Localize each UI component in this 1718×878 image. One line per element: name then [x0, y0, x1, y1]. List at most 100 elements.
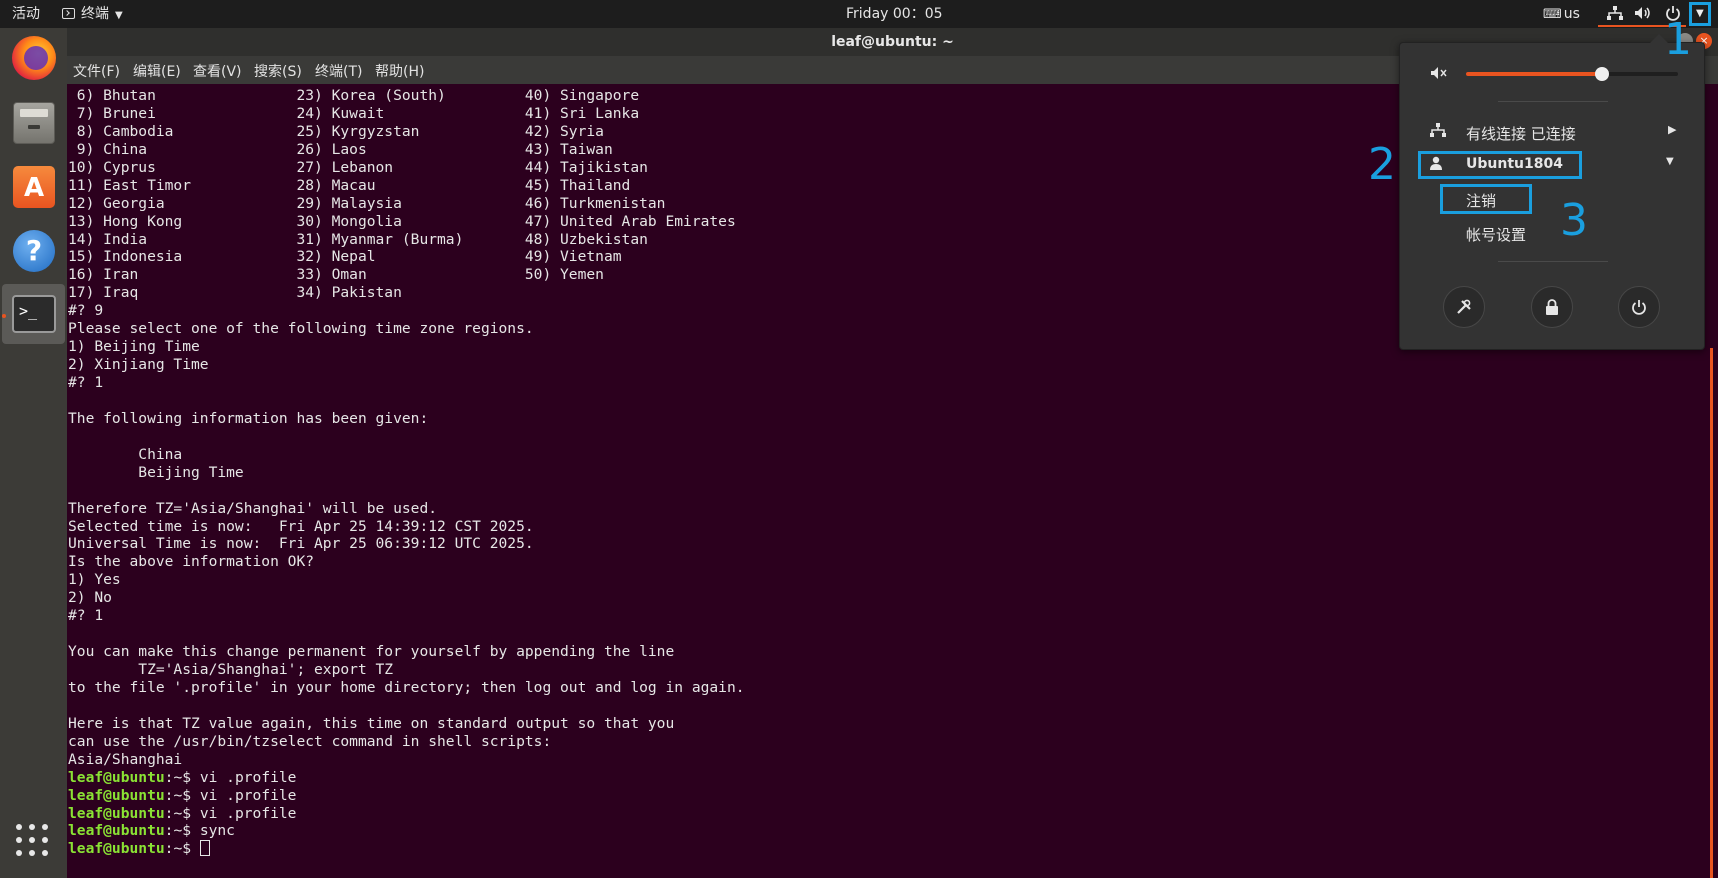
- keyboard-layout[interactable]: ⌨ us: [1543, 0, 1580, 28]
- prompt-line: leaf@ubuntu:~$ vi .profile: [68, 769, 745, 787]
- prompt-user: leaf@ubuntu: [68, 804, 165, 822]
- lock-button[interactable]: [1531, 286, 1573, 328]
- firefox-icon[interactable]: [2, 28, 65, 88]
- terminal-output: 6) Bhutan 23) Korea (South) 40) Singapor…: [68, 87, 745, 858]
- prompt-line: leaf@ubuntu:~$: [68, 840, 745, 858]
- volume-level: [1466, 72, 1602, 76]
- account-settings-item[interactable]: 帐号设置: [1466, 224, 1526, 245]
- prompt-line: leaf@ubuntu:~$ vi .profile: [68, 805, 745, 823]
- prompt-line: leaf@ubuntu:~$ sync: [68, 822, 745, 840]
- running-indicator: [2, 314, 6, 318]
- terminal-line: 14) India 31) Myanmar (Burma) 48) Uzbeki…: [68, 230, 648, 248]
- top-bar: 活动 终端 ▼ Friday 00：05 ⌨ us ▼: [0, 0, 1718, 28]
- network-icon: [1430, 123, 1446, 141]
- terminal-line: to the file '.profile' in your home dire…: [68, 678, 745, 696]
- terminal-line: 10) Cyprus 27) Lebanon 44) Tajikistan: [68, 158, 648, 176]
- terminal-line: Universal Time is now: Fri Apr 25 06:39:…: [68, 535, 534, 553]
- power-icon: [1631, 297, 1647, 316]
- app-menu[interactable]: 终端 ▼: [62, 0, 123, 28]
- terminal-line: 9) China 26) Laos 43) Taiwan: [68, 140, 613, 158]
- prompt-suffix: :~$: [164, 804, 200, 822]
- prompt-suffix: :~$: [164, 786, 200, 804]
- terminal-line: 1) Yes: [68, 571, 121, 589]
- activities-button[interactable]: 活动: [12, 0, 40, 28]
- prompt-user: leaf@ubuntu: [68, 822, 165, 840]
- power-off-button[interactable]: [1618, 286, 1660, 328]
- user-name: Ubuntu1804: [1466, 156, 1563, 172]
- volume-slider-handle[interactable]: [1594, 67, 1609, 81]
- terminal-line: #? 9: [68, 302, 104, 320]
- user-icon: [1430, 156, 1442, 174]
- files-icon[interactable]: [2, 92, 65, 152]
- terminal-small-icon: [62, 8, 75, 19]
- annotation-number-3: 3: [1560, 195, 1588, 246]
- settings-icon: [1456, 297, 1472, 316]
- terminal-line: 1) Beijing Time: [68, 338, 200, 356]
- user-row[interactable]: Ubuntu1804 ▼: [1400, 150, 1706, 180]
- network-label: 有线连接 已连接: [1466, 125, 1576, 143]
- terminal-line: 13) Hong Kong 30) Mongolia 47) United Ar…: [68, 212, 736, 230]
- terminal-line: 15) Indonesia 32) Nepal 49) Vietnam: [68, 248, 622, 266]
- prompt-user: leaf@ubuntu: [68, 786, 165, 804]
- terminal-line: #? 1: [68, 374, 104, 391]
- terminal-line: 2) No: [68, 589, 112, 607]
- keyboard-layout-label: us: [1563, 6, 1580, 22]
- dock: A ? >_: [0, 28, 67, 878]
- terminal-line: 17) Iraq 34) Pakistan: [68, 284, 402, 302]
- terminal-line: Beijing Time: [68, 463, 244, 481]
- app-menu-label: 终端: [81, 6, 109, 22]
- settings-button[interactable]: [1443, 286, 1485, 328]
- network-row[interactable]: 有线连接 已连接 ▶: [1400, 119, 1706, 149]
- clock[interactable]: Friday 00：05: [846, 0, 943, 28]
- system-menu: 有线连接 已连接 ▶ Ubuntu1804 ▼ 注销 帐号设置: [1399, 34, 1706, 350]
- terminal-line: TZ='Asia/Shanghai'; export TZ: [68, 661, 394, 678]
- terminal-line: Asia/Shanghai: [68, 750, 183, 768]
- system-menu-button[interactable]: ▼: [1689, 2, 1711, 26]
- prompt-suffix: :~$: [164, 822, 200, 840]
- terminal-line: The following information has been given…: [68, 409, 429, 427]
- prompt-command: vi .profile: [199, 804, 297, 822]
- terminal-line: Here is that TZ value again, this time o…: [68, 714, 675, 732]
- prompt-command: vi .profile: [199, 768, 297, 786]
- chevron-down-icon: ▼: [1696, 8, 1704, 19]
- volume-muted-icon: [1430, 65, 1452, 85]
- divider: [1498, 101, 1608, 102]
- terminal-line: can use the /usr/bin/tzselect command in…: [68, 732, 552, 750]
- scroll-indicator: [1710, 348, 1713, 878]
- terminal-icon[interactable]: >_: [2, 284, 65, 344]
- terminal-line: 12) Georgia 29) Malaysia 46) Turkmenista…: [68, 194, 666, 212]
- help-icon[interactable]: ?: [2, 220, 65, 280]
- network-icon[interactable]: [1607, 0, 1625, 28]
- terminal-line: 2) Xinjiang Time: [68, 356, 209, 374]
- show-apps-icon[interactable]: [16, 824, 50, 858]
- volume-icon[interactable]: [1634, 0, 1652, 28]
- lock-icon: [1545, 297, 1559, 316]
- software-icon[interactable]: A: [2, 156, 65, 216]
- terminal-line: 6) Bhutan 23) Korea (South) 40) Singapor…: [68, 87, 640, 104]
- annotation-number-1: 1: [1664, 14, 1692, 65]
- keyboard-icon: ⌨: [1543, 7, 1562, 22]
- volume-slider[interactable]: [1466, 67, 1678, 81]
- terminal-line: China: [68, 445, 183, 463]
- prompt-user: leaf@ubuntu: [68, 768, 165, 786]
- prompt-command: vi .profile: [199, 786, 297, 804]
- prompt-suffix: :~$: [164, 840, 200, 858]
- text-cursor: [199, 840, 210, 857]
- prompt-line: leaf@ubuntu:~$ vi .profile: [68, 787, 745, 805]
- chevron-down-icon: ▼: [1666, 156, 1674, 167]
- prompt-user: leaf@ubuntu: [68, 840, 165, 858]
- terminal-line: 11) East Timor 28) Macau 45) Thailand: [68, 176, 631, 194]
- terminal-line: You can make this change permanent for y…: [68, 643, 675, 661]
- terminal-line: 7) Brunei 24) Kuwait 41) Sri Lanka: [68, 104, 640, 122]
- prompt-command: sync: [199, 822, 235, 840]
- logout-item[interactable]: 注销: [1466, 190, 1496, 211]
- chevron-down-icon: ▼: [115, 10, 123, 21]
- terminal-line: Selected time is now: Fri Apr 25 14:39:1…: [68, 517, 534, 535]
- terminal-line: Therefore TZ='Asia/Shanghai' will be use…: [68, 499, 438, 517]
- prompt-suffix: :~$: [164, 768, 200, 786]
